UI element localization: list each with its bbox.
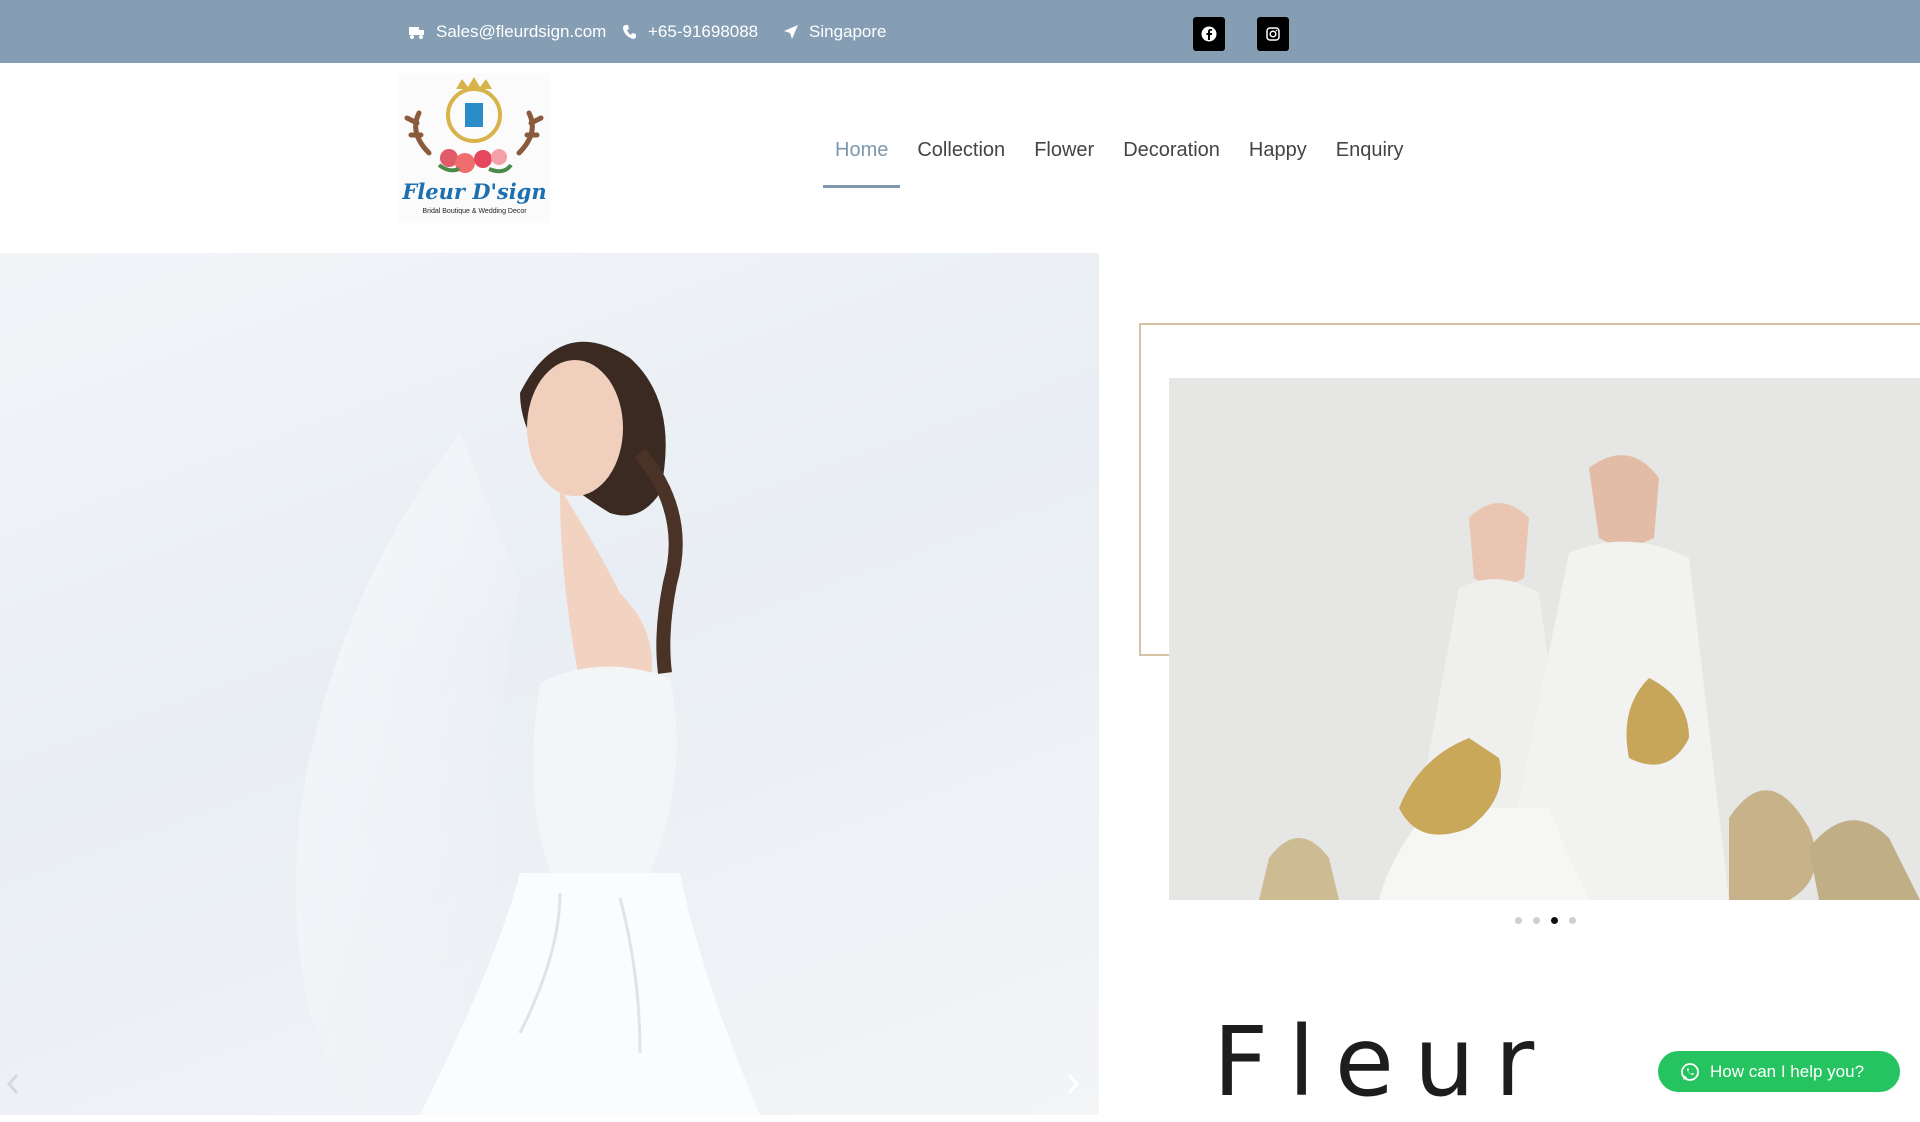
carousel-next-button[interactable] — [1066, 1070, 1080, 1102]
nav-home[interactable]: Home — [823, 127, 901, 188]
slider-dot-3[interactable] — [1551, 917, 1558, 924]
bride-photo — [296, 341, 760, 1115]
slider-dot-1[interactable] — [1515, 917, 1522, 924]
instagram-icon — [1266, 27, 1280, 41]
slider-dot-2[interactable] — [1533, 917, 1540, 924]
brides-photo — [1169, 378, 1920, 900]
carousel-prev-button[interactable] — [6, 1070, 20, 1102]
site-logo[interactable]: Fleur D'sign Bridal Boutique & Wedding D… — [399, 73, 550, 223]
slider-dots — [1515, 917, 1587, 924]
location-text: Singapore — [809, 21, 887, 41]
facebook-icon — [1201, 26, 1217, 42]
logo-subtitle: Bridal Boutique & Wedding Decor — [422, 208, 527, 215]
logo-text: Fleur D'sign — [402, 179, 547, 204]
whatsapp-chat-button[interactable]: How can I help you? — [1658, 1051, 1900, 1092]
nav-collection[interactable]: Collection — [917, 127, 1005, 185]
phone-icon — [623, 24, 636, 39]
location-arrow-icon — [784, 24, 798, 39]
nav-enquiry[interactable]: Enquiry — [1336, 127, 1404, 185]
facebook-link[interactable] — [1193, 17, 1225, 51]
nav-flower[interactable]: Flower — [1034, 127, 1094, 185]
nav-decoration[interactable]: Decoration — [1123, 127, 1220, 185]
location-contact: Singapore — [783, 0, 887, 63]
nav-happy[interactable]: Happy — [1249, 127, 1307, 185]
email-contact[interactable]: Sales@fleurdsign.com — [408, 0, 606, 63]
whatsapp-icon — [1681, 1062, 1699, 1081]
hero-carousel-image — [0, 253, 1099, 1115]
phone-text: +65-91698088 — [648, 21, 759, 41]
mail-truck-icon — [409, 26, 424, 39]
slider-dot-4[interactable] — [1569, 917, 1576, 924]
chevron-right-icon — [1067, 1074, 1080, 1094]
instagram-link[interactable] — [1257, 17, 1289, 51]
email-text: Sales@fleurdsign.com — [436, 21, 607, 41]
logo-crest-icon — [404, 77, 544, 174]
main-nav: Home Collection Flower Decoration Happy … — [823, 127, 1433, 188]
chevron-left-icon — [6, 1074, 19, 1094]
chat-label: How can I help you? — [1710, 1061, 1865, 1081]
phone-contact[interactable]: +65-91698088 — [622, 0, 758, 63]
bridal-slide-image[interactable] — [1169, 378, 1920, 900]
top-bar: Sales@fleurdsign.com +65-91698088 Singap… — [0, 0, 1920, 63]
hero-heading: Fleur — [1213, 1006, 1555, 1118]
